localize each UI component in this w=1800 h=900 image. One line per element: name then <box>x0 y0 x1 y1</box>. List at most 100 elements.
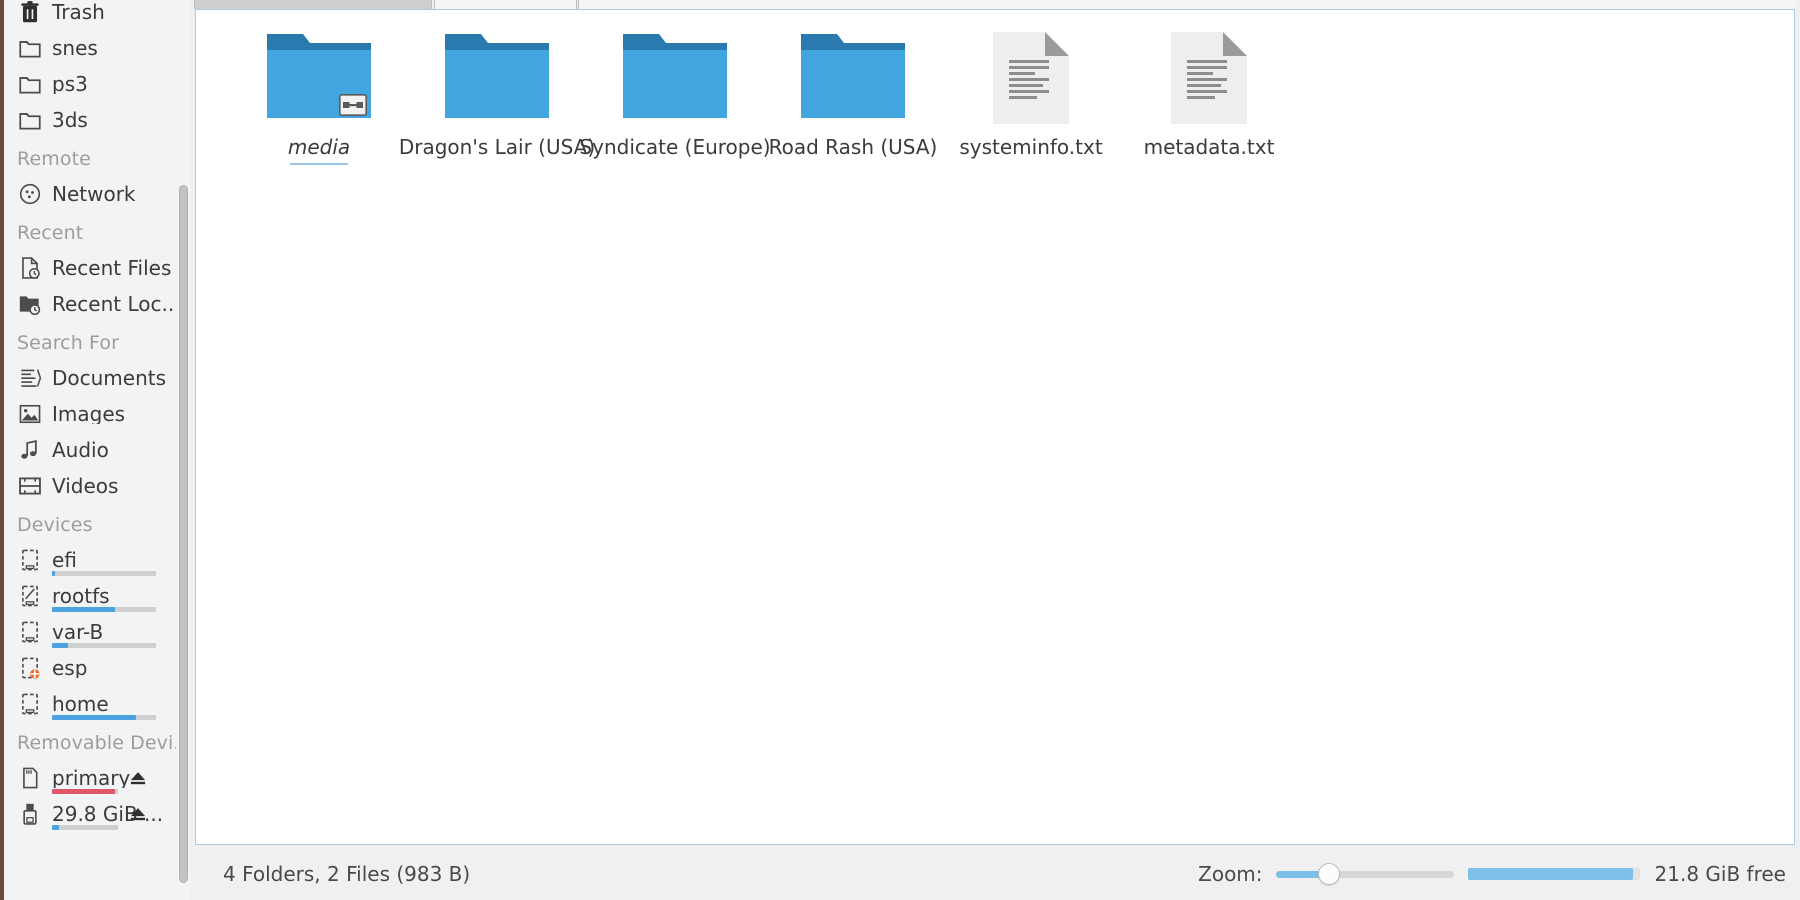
sidebar-item-label: Audio <box>52 440 109 460</box>
sdcard-icon <box>17 765 43 791</box>
status-right-group: Zoom: 21.8 GiB free <box>1198 862 1800 886</box>
drive-icon <box>17 547 43 573</box>
images-icon <box>17 401 43 427</box>
sidebar-item-label: var-B <box>52 622 103 642</box>
sidebar-item-images[interactable]: Images <box>4 396 176 432</box>
folder-icon <box>445 30 549 126</box>
zoom-slider[interactable] <box>1276 863 1454 885</box>
tab-strip <box>190 0 1800 9</box>
sidebar-item-efi[interactable]: efi <box>4 542 176 578</box>
device-usage-bar <box>52 789 118 794</box>
status-summary: 4 Folders, 2 Files (983 B) <box>223 862 470 886</box>
documents-icon <box>17 365 43 391</box>
sidebar-item-label: Network <box>52 184 136 204</box>
sidebar-item-audio[interactable]: Audio <box>4 432 176 468</box>
recent-folder-icon <box>17 291 43 317</box>
sidebar-group-label: Remote <box>4 138 176 176</box>
sidebar-item-snes[interactable]: snes <box>4 30 176 66</box>
sidebar-item-var-b[interactable]: var-B <box>4 614 176 650</box>
sidebar-item-label: efi <box>52 550 77 570</box>
recent-file-icon <box>17 255 43 281</box>
folder-icon <box>17 107 43 133</box>
eject-button[interactable] <box>142 768 162 788</box>
drive-warn-icon <box>17 655 43 681</box>
file-view[interactable]: mediaDragon's Lair (USA)Syndicate (Europ… <box>195 9 1795 845</box>
sidebar-item-label: home <box>52 694 109 714</box>
eject-icon[interactable] <box>128 804 148 824</box>
eject-button[interactable] <box>142 804 162 824</box>
symlink-badge-icon <box>339 94 367 116</box>
file-label: Syndicate (Europe) <box>579 136 770 158</box>
sidebar-item-home[interactable]: home <box>4 686 176 722</box>
sidebar-item-label: 3ds <box>52 110 88 130</box>
sidebar-item-videos[interactable]: Videos <box>4 468 176 504</box>
sidebar-item-29-8-gib[interactable]: 29.8 GiB ... <box>4 796 176 832</box>
folder-icon <box>17 35 43 61</box>
tab-secondary[interactable] <box>434 0 577 9</box>
text-file-icon <box>979 30 1083 126</box>
sidebar-scroll-content: Trash snes ps3 3ds Remote Network Recent Recent… <box>4 0 176 832</box>
usb-icon <box>17 801 43 827</box>
sidebar-item-documents[interactable]: Documents <box>4 360 176 396</box>
sidebar-item-label: rootfs <box>52 586 110 606</box>
main-pane: mediaDragon's Lair (USA)Syndicate (Europ… <box>190 0 1800 900</box>
sidebar-item-trash[interactable]: Trash <box>4 0 176 30</box>
sidebar-group-label: Devices <box>4 504 176 542</box>
file-item[interactable]: systeminfo.txt <box>942 24 1120 158</box>
sidebar-item-label: Trash <box>52 2 105 22</box>
sidebar-item-label: Documents <box>52 368 166 388</box>
sidebar-item-primary[interactable]: primary <box>4 760 176 796</box>
videos-icon <box>17 473 43 499</box>
network-icon <box>17 181 43 207</box>
file-item[interactable]: metadata.txt <box>1120 24 1298 158</box>
folder-item[interactable]: Syndicate (Europe) <box>586 24 764 158</box>
sidebar-group-label: Removable Devi... <box>4 722 176 760</box>
device-usage-bar <box>52 643 156 648</box>
sidebar-item-esp[interactable]: esp <box>4 650 176 686</box>
folder-icon <box>623 30 727 126</box>
folder-icon <box>17 71 43 97</box>
eject-icon[interactable] <box>128 768 148 788</box>
sidebar-item-ps3[interactable]: ps3 <box>4 66 176 102</box>
zoom-label: Zoom: <box>1198 862 1262 886</box>
folder-icon <box>801 30 905 126</box>
audio-icon <box>17 437 43 463</box>
sidebar-item-label: primary <box>52 768 130 788</box>
file-label: metadata.txt <box>1144 136 1275 158</box>
free-space-label: 21.8 GiB free <box>1655 862 1786 886</box>
status-bar: 4 Folders, 2 Files (983 B) Zoom: 21.8 Gi… <box>190 848 1800 900</box>
sidebar-item-recent-files[interactable]: Recent Files <box>4 250 176 286</box>
folder-item[interactable]: Road Rash (USA) <box>764 24 942 158</box>
file-manager-window: Trash snes ps3 3ds Remote Network Recent Recent… <box>0 0 1800 900</box>
trash-icon <box>17 0 43 25</box>
sidebar-group-label: Search For <box>4 322 176 360</box>
folder-item[interactable]: Dragon's Lair (USA) <box>408 24 586 158</box>
file-label: Road Rash (USA) <box>769 136 938 158</box>
device-usage-bar <box>52 715 156 720</box>
folder-item[interactable]: media <box>230 24 408 158</box>
sidebar-item-3ds[interactable]: 3ds <box>4 102 176 138</box>
file-label: systeminfo.txt <box>959 136 1102 158</box>
free-space-fill <box>1468 868 1633 880</box>
device-usage-bar <box>52 607 156 612</box>
free-space-bar <box>1468 868 1640 880</box>
sidebar-group-label: Recent <box>4 212 176 250</box>
sidebar-item-label: Recent Files <box>52 258 171 278</box>
drive-icon <box>17 691 43 717</box>
folder-icon <box>267 30 371 126</box>
file-label: Dragon's Lair (USA) <box>399 136 595 158</box>
drive-root-icon <box>17 583 43 609</box>
tab-active[interactable] <box>194 0 432 9</box>
sidebar-scrollbar-thumb[interactable] <box>179 185 188 883</box>
sidebar-item-label: esp <box>52 658 87 678</box>
sidebar-scrollbar[interactable] <box>176 0 190 900</box>
zoom-slider-handle[interactable] <box>1318 863 1340 885</box>
sidebar-item-label: Videos <box>52 476 118 496</box>
sidebar-item-network[interactable]: Network <box>4 176 176 212</box>
file-grid: mediaDragon's Lair (USA)Syndicate (Europ… <box>196 10 1298 158</box>
device-usage-bar <box>52 825 118 830</box>
sidebar-item-label: Images <box>52 404 125 424</box>
sidebar-item-rootfs[interactable]: rootfs <box>4 578 176 614</box>
sidebar-item-recent-loc[interactable]: Recent Loc... <box>4 286 176 322</box>
sidebar-item-label: ps3 <box>52 74 88 94</box>
